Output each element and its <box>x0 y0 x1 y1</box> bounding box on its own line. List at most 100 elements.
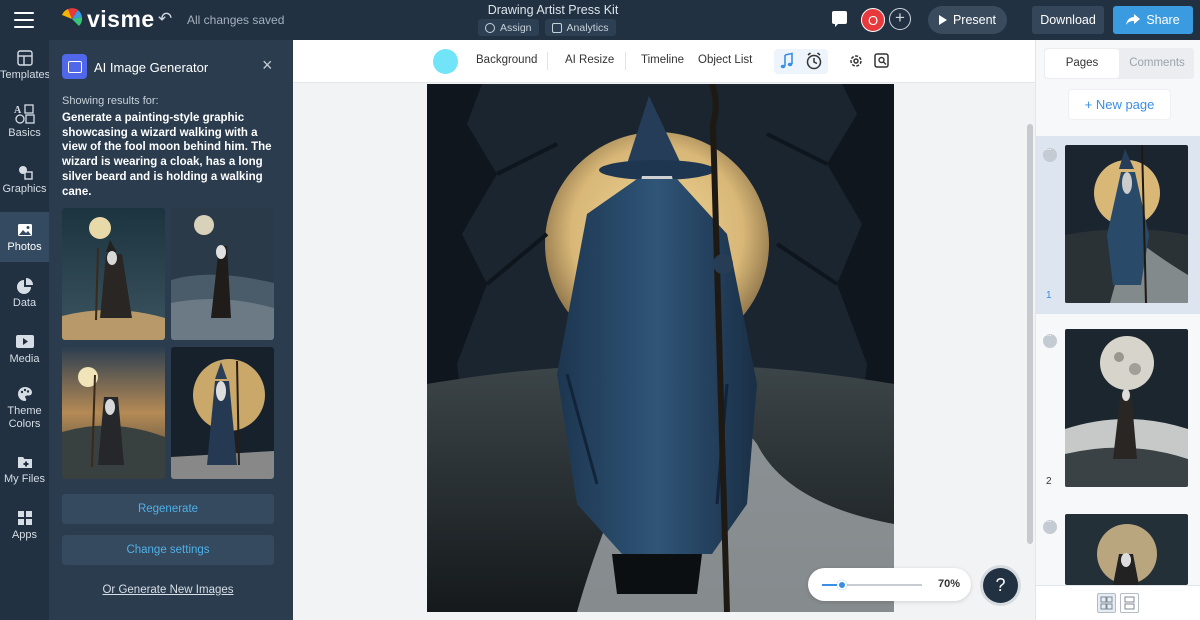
wizard-main-image <box>427 84 894 612</box>
pages-panel: Pages Comments + New page 1 <box>1035 40 1200 620</box>
object-list-button[interactable]: Object List <box>698 54 752 66</box>
analytics-chart-icon <box>551 22 562 33</box>
background-color-swatch[interactable] <box>433 49 458 74</box>
present-button[interactable]: Present <box>928 6 1007 34</box>
rail-item-graphics[interactable]: Graphics <box>0 164 49 198</box>
download-button[interactable]: Download <box>1032 6 1104 34</box>
share-button[interactable]: Share <box>1113 6 1193 34</box>
ai-image-generator-panel: AI Image Generator × Showing results for… <box>49 40 293 620</box>
rail-label-photos: Photos <box>7 241 42 253</box>
media-icon <box>15 335 34 348</box>
tab-pages[interactable]: Pages <box>1045 49 1119 78</box>
generated-image-1[interactable] <box>62 208 165 340</box>
change-settings-button[interactable]: Change settings <box>62 535 274 565</box>
generated-image-2[interactable] <box>171 208 274 340</box>
comments-chat-icon[interactable] <box>832 11 847 27</box>
generated-image-4[interactable] <box>171 347 274 479</box>
rail-item-photos[interactable]: Photos <box>0 212 49 262</box>
apps-grid-icon <box>17 511 32 525</box>
settings-gear-icon[interactable] <box>846 51 866 71</box>
rail-item-media[interactable]: Media <box>0 334 49 370</box>
slide-canvas[interactable] <box>427 84 894 612</box>
rail-label-media: Media <box>9 353 40 365</box>
wizard-image-3 <box>62 347 165 479</box>
canvas-area: 70% ? <box>293 84 1035 620</box>
page-1-image <box>1065 145 1188 303</box>
share-label: Share <box>1146 13 1180 27</box>
image-search-icon[interactable] <box>872 51 892 71</box>
page-row-2[interactable]: 2 <box>1036 322 1200 500</box>
close-icon[interactable]: × <box>262 56 273 74</box>
page-row-1[interactable]: 1 <box>1036 136 1200 314</box>
grid-view-icon[interactable] <box>1097 593 1116 613</box>
rail-label-theme: Theme <box>7 405 42 417</box>
wizard-image-4 <box>171 347 274 479</box>
animation-clock-icon[interactable] <box>804 51 824 71</box>
page-thumbnail-3[interactable] <box>1065 514 1188 585</box>
page-thumbnail-1[interactable] <box>1065 145 1188 303</box>
generate-new-images-link[interactable]: Or Generate New Images <box>62 584 274 596</box>
ai-resize-button[interactable]: AI Resize <box>565 54 614 66</box>
rail-label-templates: Templates <box>0 69 51 81</box>
page-options-icon[interactable] <box>1043 516 1057 534</box>
rail-item-apps[interactable]: Apps <box>0 510 49 546</box>
rail-label-data: Data <box>12 297 37 309</box>
palette-icon <box>17 387 32 401</box>
wizard-image-2 <box>171 208 274 340</box>
page-options-icon[interactable] <box>1043 144 1057 162</box>
page-2-image <box>1065 329 1188 487</box>
visme-logo[interactable]: visme <box>60 7 155 31</box>
zoom-slider-track[interactable] <box>822 580 922 590</box>
rail-item-templates[interactable]: Templates <box>0 50 51 86</box>
rail-label-apps: Apps <box>11 529 38 541</box>
timeline-button[interactable]: Timeline <box>641 54 684 66</box>
menu-hamburger-icon[interactable] <box>14 12 34 28</box>
page-3-image <box>1065 514 1188 585</box>
document-actions: Assign Analytics <box>478 19 616 36</box>
page-options-icon[interactable] <box>1043 330 1057 348</box>
pages-tabs: Pages Comments <box>1044 48 1194 79</box>
user-circle-icon <box>485 22 495 33</box>
zoom-slider-handle[interactable] <box>837 580 847 590</box>
regenerate-button[interactable]: Regenerate <box>62 494 274 524</box>
rail-label-basics: Basics <box>8 127 41 139</box>
templates-icon <box>16 50 33 66</box>
rail-item-theme-colors[interactable]: Theme Colors <box>0 386 49 434</box>
canvas-scrollbar[interactable] <box>1027 124 1033 544</box>
page-thumbnail-2[interactable] <box>1065 329 1188 487</box>
assign-button[interactable]: Assign <box>478 19 539 36</box>
list-view-icon[interactable] <box>1120 593 1139 613</box>
music-note-icon[interactable] <box>777 51 797 71</box>
rail-item-my-files[interactable]: My Files <box>0 454 49 490</box>
new-page-button[interactable]: + New page <box>1069 90 1170 119</box>
analytics-button[interactable]: Analytics <box>544 19 616 36</box>
undo-icon[interactable]: ↶ <box>158 9 172 29</box>
assign-label: Assign <box>500 21 532 34</box>
generated-image-3[interactable] <box>62 347 165 479</box>
pages-view-bar <box>1036 585 1200 620</box>
zoom-control: 70% <box>808 568 971 601</box>
canvas-toolbar: Background AI Resize Timeline Object Lis… <box>293 40 1035 83</box>
svg-text:A: A <box>14 105 22 116</box>
user-avatar[interactable]: O <box>861 8 885 32</box>
rail-label-colors: Colors <box>8 418 41 430</box>
document-title[interactable]: Drawing Artist Press Kit <box>440 3 666 17</box>
visme-logo-mark-icon <box>62 8 83 26</box>
page-row-3[interactable] <box>1036 508 1200 585</box>
add-collaborator-icon[interactable]: + <box>889 8 911 30</box>
panel-title: AI Image Generator <box>94 60 209 75</box>
tab-comments[interactable]: Comments <box>1120 48 1194 79</box>
wizard-image-1 <box>62 208 165 340</box>
rail-item-data[interactable]: Data <box>0 278 49 314</box>
basics-icon: A <box>14 104 35 124</box>
graphics-icon <box>18 166 33 180</box>
logo-text: visme <box>87 6 155 32</box>
background-button[interactable]: Background <box>476 54 537 66</box>
rail-item-basics[interactable]: A Basics <box>0 104 49 144</box>
page-number: 1 <box>1046 290 1052 301</box>
data-pie-icon <box>16 278 33 294</box>
help-button[interactable]: ? <box>983 568 1018 603</box>
toolbar-divider <box>625 52 626 70</box>
rail-label-my-files: My Files <box>4 473 45 485</box>
top-bar: visme ↶ All changes saved Drawing Artist… <box>0 0 1200 40</box>
